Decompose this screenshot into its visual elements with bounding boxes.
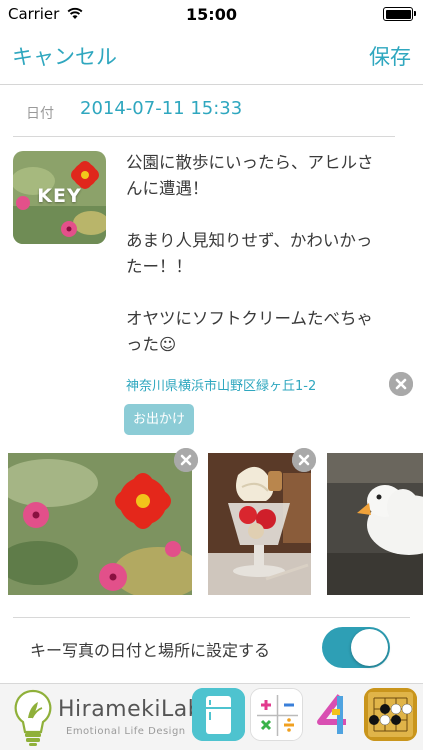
note-line: 公園に散歩にいったら、アヒルさ (126, 153, 374, 172)
brand-name: HiramekiLab (58, 697, 203, 722)
divider (13, 136, 395, 137)
app-icon-go-game[interactable] (364, 688, 417, 741)
date-row[interactable]: 日付 2014-07-11 15:33 (0, 86, 423, 136)
duck-photo[interactable] (327, 453, 423, 595)
key-badge: KEY (37, 185, 82, 207)
note-line: たー！！ (126, 257, 192, 276)
lightbulb-icon (14, 689, 52, 746)
close-icon (174, 448, 198, 472)
note-line: った☺ (126, 335, 177, 354)
key-photo-setting-toggle[interactable] (322, 627, 390, 668)
flower-photo[interactable] (8, 453, 192, 595)
duck-photo-image (327, 453, 423, 595)
status-bar: Carrier 15:00 (0, 0, 423, 30)
note-line: あまり人見知りせず、かわいかっ (126, 231, 373, 250)
navigation-bar: キャンセル 保存 (0, 30, 423, 85)
battery-icon (383, 7, 416, 21)
save-button[interactable]: 保存 (369, 41, 411, 71)
note-line (126, 202, 411, 228)
close-icon (292, 448, 316, 472)
app-icon-fridge[interactable] (192, 688, 245, 741)
go-board-icon (364, 688, 417, 741)
calculator-icon (251, 689, 302, 740)
toggle-knob (351, 629, 388, 666)
date-value[interactable]: 2014-07-11 15:33 (80, 98, 242, 119)
cancel-button[interactable]: キャンセル (12, 41, 117, 71)
location-link[interactable]: 神奈川県横浜市山野区緑ヶ丘1-2 (126, 375, 316, 394)
remove-photo-2-button[interactable] (292, 448, 316, 472)
brand-tagline: Emotional Life Design (66, 726, 186, 737)
note-text-area[interactable]: 公園に散歩にいったら、アヒルさ んに遭遇！ あまり人見知りせず、かわいかっ たー！！ オ… (126, 150, 411, 358)
parfait-photo-image (208, 453, 311, 595)
clock: 15:00 (186, 5, 237, 24)
fridge-icon (192, 688, 245, 741)
clear-location-button[interactable] (389, 372, 413, 396)
ad-banner[interactable]: HiramekiLab Emotional Life Design (0, 683, 423, 750)
note-line: オヤツにソフトクリームたべちゃ (126, 309, 374, 328)
app-icon-four[interactable] (308, 688, 361, 741)
close-icon (389, 372, 413, 396)
parfait-photo[interactable] (208, 453, 311, 595)
app-icon-calculator[interactable] (250, 688, 303, 741)
flower-photo-image (8, 453, 192, 595)
note-line (126, 280, 411, 306)
remove-photo-1-button[interactable] (174, 448, 198, 472)
note-line: んに遭遇！ (126, 179, 209, 198)
number-four-icon (308, 688, 361, 741)
date-label: 日付 (26, 106, 54, 122)
divider (13, 617, 410, 618)
key-photo-setting-label: キー写真の日付と場所に設定する (30, 641, 271, 660)
key-photo-thumbnail[interactable]: KEY (13, 151, 106, 244)
tag-chip[interactable]: お出かけ (124, 404, 195, 435)
